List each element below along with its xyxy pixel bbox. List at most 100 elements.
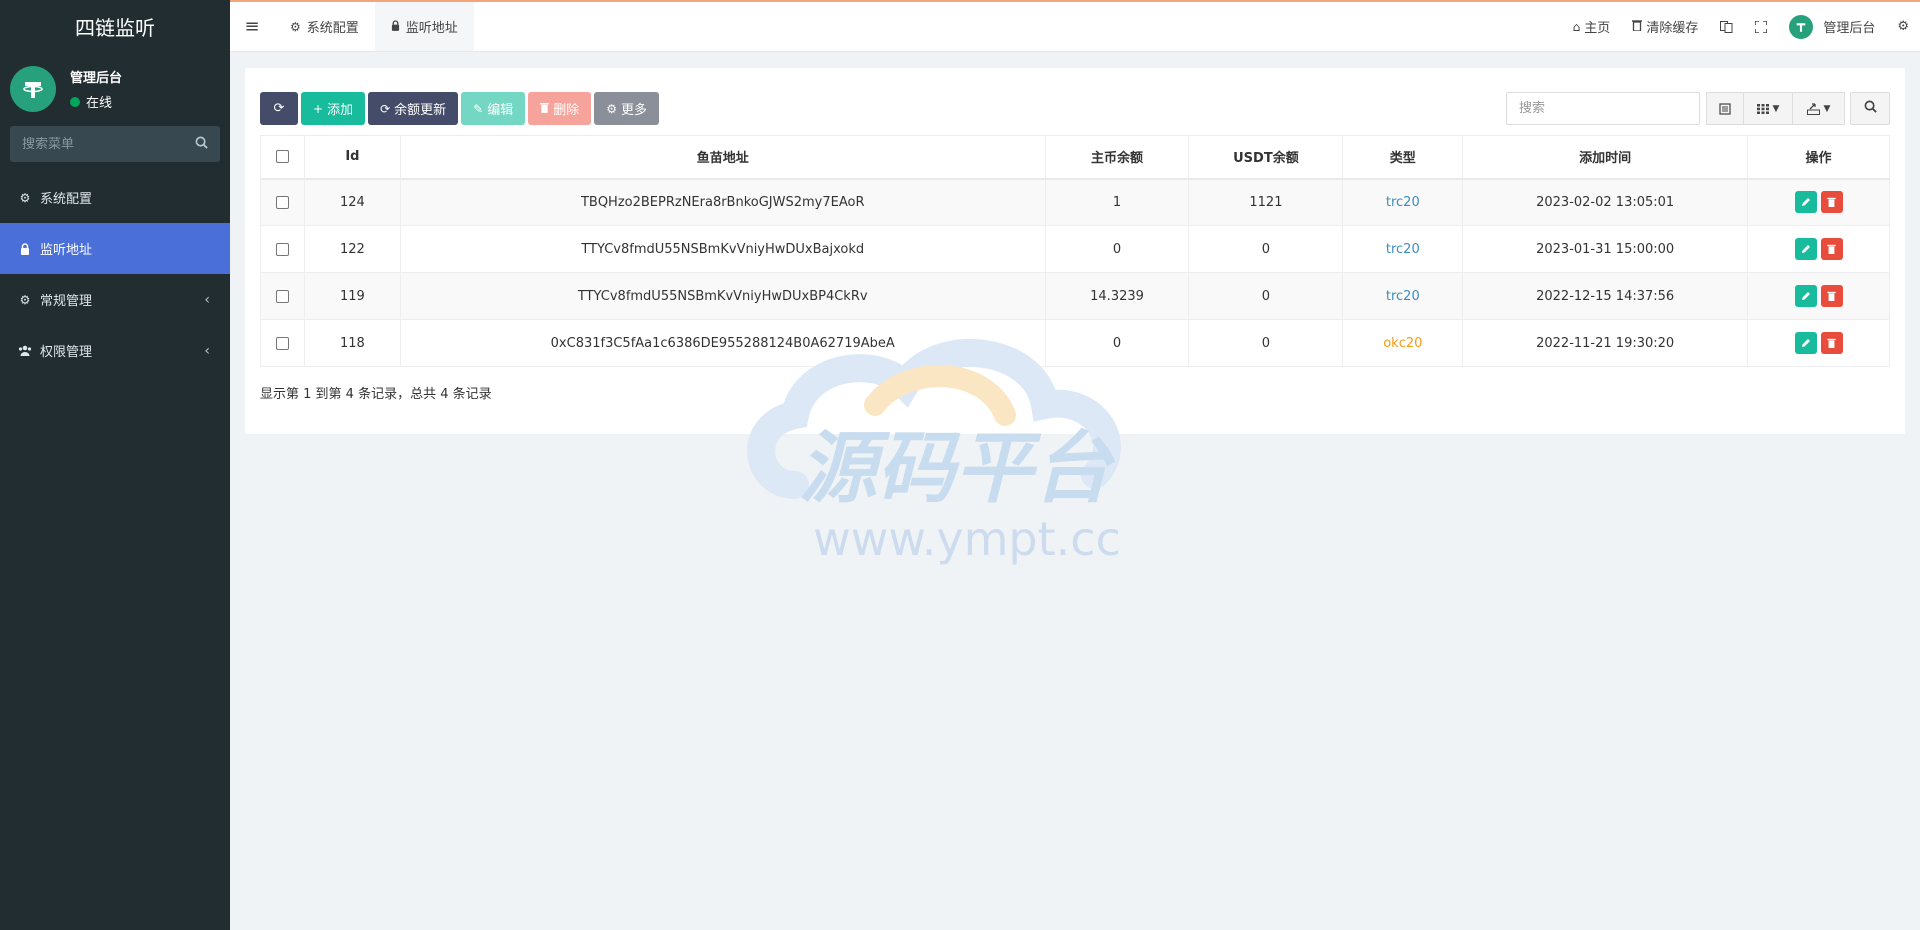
row-checkbox[interactable]: [275, 336, 289, 350]
sidebar-item-system-config[interactable]: ⚙ 系统配置: [0, 172, 230, 223]
delete-button[interactable]: 删除: [528, 92, 592, 125]
table-search-input[interactable]: [1506, 92, 1700, 125]
export-icon[interactable]: ▼: [1793, 92, 1845, 125]
row-edit-button[interactable]: [1794, 191, 1817, 214]
trash-icon: [1827, 291, 1836, 301]
watermark-title: 源码平台: [799, 424, 1116, 514]
refresh-button[interactable]: ⟳: [260, 92, 298, 125]
columns-toggle-icon[interactable]: ▼: [1744, 92, 1793, 125]
cell-id: 124: [303, 178, 401, 226]
pagination-info: 显示第 1 到第 4 条记录，总共 4 条记录: [260, 387, 492, 402]
gear-icon: ⚙: [19, 190, 31, 205]
cell-added-time: 2022-11-21 19:30:20: [1462, 319, 1749, 367]
row-delete-button[interactable]: [1820, 191, 1843, 214]
column-header-usdt-balance[interactable]: USDT余额: [1188, 135, 1344, 180]
cell-address: TBQHzo2BEPRzNEra8rBnkoGJWS2my7EAoR: [399, 178, 1046, 226]
table-row[interactable]: 124 TBQHzo2BEPRzNEra8rBnkoGJWS2my7EAoR 1…: [260, 178, 1890, 226]
tab-listen-address[interactable]: 监听地址: [374, 2, 474, 51]
sidebar-item-label: 权限管理: [40, 345, 93, 360]
admin-menu[interactable]: 管理后台: [1778, 2, 1886, 51]
cell-added-time: 2023-02-02 13:05:01: [1462, 178, 1749, 226]
user-status: 在线: [70, 92, 122, 111]
sidebar-item-label: 监听地址: [40, 243, 93, 258]
cell-address: TTYCv8fmdU55NSBmKvVniyHwDUxBajxokd: [399, 225, 1046, 273]
view-tools: ▼ ▼: [1706, 92, 1845, 125]
column-header-main-balance[interactable]: 主币余额: [1044, 135, 1190, 180]
settings-cogs-icon[interactable]: ⚙: [1886, 2, 1920, 51]
user-name: 管理后台: [70, 71, 123, 86]
row-edit-button[interactable]: [1794, 332, 1817, 354]
tab-label: 监听地址: [405, 21, 458, 36]
column-header-address[interactable]: 鱼苗地址: [399, 135, 1046, 180]
cell-added-time: 2023-01-31 15:00:00: [1462, 225, 1749, 273]
cell-address: 0xC831f3C5fAa1c6386DE955288124B0A62719Ab…: [399, 319, 1046, 367]
edit-button-label: 编辑: [487, 103, 514, 118]
trash-icon: [1632, 19, 1643, 34]
more-button[interactable]: ⚙ 更多: [594, 92, 660, 125]
fullscreen-icon[interactable]: [1744, 2, 1778, 51]
select-all-cell: [260, 135, 305, 180]
advanced-search-button[interactable]: [1850, 92, 1890, 125]
row-edit-button[interactable]: [1794, 238, 1817, 260]
trash-icon: [1827, 244, 1836, 254]
top-navbar: ≡ ⚙ 系统配置 监听地址 ⌂ 主页 清除缓存 管理后台 ⚙: [230, 0, 1920, 52]
sidebar-item-listen-address[interactable]: 监听地址: [0, 223, 230, 274]
column-header-actions: 操作: [1747, 135, 1890, 180]
row-delete-button[interactable]: [1820, 332, 1843, 354]
cell-usdt-balance: 1121: [1188, 178, 1344, 226]
tether-logo-icon: [10, 66, 56, 112]
address-table: Id 鱼苗地址 主币余额 USDT余额 类型 添加时间 操作 124 TBQHz…: [260, 135, 1890, 367]
row-delete-button[interactable]: [1820, 238, 1843, 260]
sidebar: 四链监听 管理后台 在线 ⚙ 系统配置 监听地址 ⚙: [0, 0, 230, 930]
language-switch-icon[interactable]: [1709, 2, 1744, 51]
menu-search-input[interactable]: [22, 136, 182, 152]
table-row[interactable]: 118 0xC831f3C5fAa1c6386DE955288124B0A627…: [260, 319, 1890, 367]
card-view-icon[interactable]: [1706, 92, 1744, 125]
column-header-added-time[interactable]: 添加时间: [1462, 135, 1749, 180]
row-checkbox[interactable]: [275, 195, 289, 209]
sidebar-item-general-management[interactable]: ⚙ 常规管理 ‹: [0, 274, 230, 325]
sidebar-toggle-icon[interactable]: ≡: [230, 2, 274, 51]
search-icon[interactable]: [195, 136, 208, 153]
sidebar-item-permission-management[interactable]: 权限管理 ‹: [0, 325, 230, 376]
cell-main-balance: 0: [1044, 225, 1190, 273]
search-icon: [1864, 100, 1877, 117]
table-right-tools: ▼ ▼: [1506, 92, 1890, 125]
row-edit-button[interactable]: [1794, 285, 1817, 307]
cell-usdt-balance: 0: [1188, 225, 1344, 273]
home-link[interactable]: ⌂ 主页: [1562, 2, 1622, 51]
online-dot-icon: [70, 96, 80, 107]
cell-actions: [1747, 272, 1890, 320]
tab-system-config[interactable]: ⚙ 系统配置: [274, 2, 375, 51]
column-header-id[interactable]: Id: [303, 135, 401, 180]
row-checkbox[interactable]: [275, 242, 289, 256]
row-checkbox[interactable]: [275, 289, 289, 303]
plus-icon: +: [313, 101, 324, 116]
cell-usdt-balance: 0: [1188, 272, 1344, 320]
cell-type: trc20: [1342, 272, 1464, 320]
edit-button[interactable]: ✎ 编辑: [461, 92, 526, 125]
refresh-icon: ⟳: [273, 101, 285, 116]
cell-type: trc20: [1342, 225, 1464, 273]
column-header-type[interactable]: 类型: [1342, 135, 1464, 180]
row-delete-button[interactable]: [1820, 285, 1843, 307]
cell-type: okc20: [1342, 319, 1464, 367]
balance-update-button[interactable]: ⟳ 余额更新: [368, 92, 459, 125]
cell-type: trc20: [1342, 178, 1464, 226]
tether-logo-icon: [1789, 14, 1814, 39]
chevron-left-icon: ‹: [204, 342, 210, 359]
lock-icon: [18, 242, 32, 255]
chevron-left-icon: ‹: [204, 291, 210, 308]
watermark-url: www.ympt.cc: [813, 512, 1121, 566]
select-all-checkbox[interactable]: [275, 150, 289, 164]
pencil-icon: [1801, 245, 1810, 253]
table-row[interactable]: 122 TTYCv8fmdU55NSBmKvVniyHwDUxBajxokd 0…: [260, 225, 1890, 273]
home-label: 主页: [1584, 21, 1611, 36]
sidebar-item-label: 系统配置: [40, 192, 93, 207]
add-button[interactable]: + 添加: [301, 92, 366, 125]
caret-down-icon: ▼: [1823, 103, 1831, 114]
lock-icon: [391, 19, 400, 34]
table-row[interactable]: 119 TTYCv8fmdU55NSBmKvVniyHwDUxBP4CkRv 1…: [260, 272, 1890, 320]
brand-title[interactable]: 四链监听: [0, 0, 230, 52]
clear-cache-link[interactable]: 清除缓存: [1621, 2, 1709, 51]
